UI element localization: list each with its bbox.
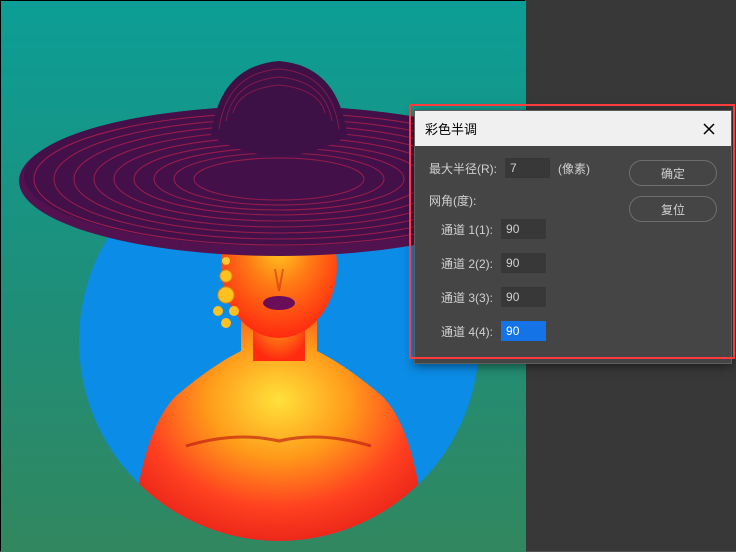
ok-button[interactable]: 确定 [629, 160, 717, 186]
dialog-body: 最大半径(R): (像素) 网角(度): 通道 1(1): 通道 2(2): 通… [415, 146, 731, 363]
channel4-row: 通道 4(4): [429, 321, 617, 341]
channel1-row: 通道 1(1): [429, 219, 617, 239]
close-icon [703, 123, 715, 135]
screen-angle-row: 网角(度): [429, 192, 617, 209]
channel2-label: 通道 2(2): [441, 255, 493, 272]
pixel-unit: (像素) [558, 160, 590, 177]
color-halftone-dialog: 彩色半调 最大半径(R): (像素) 网角(度): 通道 1(1): 通道 2(… [414, 110, 732, 364]
channel2-input[interactable] [501, 253, 546, 273]
close-button[interactable] [697, 117, 721, 141]
dialog-right-column: 确定 复位 [629, 158, 717, 341]
channel1-label: 通道 1(1): [441, 221, 493, 238]
max-radius-row: 最大半径(R): (像素) [429, 158, 617, 178]
channel3-row: 通道 3(3): [429, 287, 617, 307]
screen-angle-label: 网角(度): [429, 192, 476, 209]
reset-button[interactable]: 复位 [629, 196, 717, 222]
channel2-row: 通道 2(2): [429, 253, 617, 273]
channel1-input[interactable] [501, 219, 546, 239]
channel4-input[interactable] [501, 321, 546, 341]
channel3-input[interactable] [501, 287, 546, 307]
dialog-left-column: 最大半径(R): (像素) 网角(度): 通道 1(1): 通道 2(2): 通… [429, 158, 617, 341]
max-radius-input[interactable] [505, 158, 550, 178]
dialog-titlebar[interactable]: 彩色半调 [415, 111, 731, 146]
channel3-label: 通道 3(3): [441, 289, 493, 306]
channel4-label: 通道 4(4): [441, 323, 493, 340]
max-radius-label: 最大半径(R): [429, 160, 497, 177]
dialog-title: 彩色半调 [425, 119, 477, 138]
